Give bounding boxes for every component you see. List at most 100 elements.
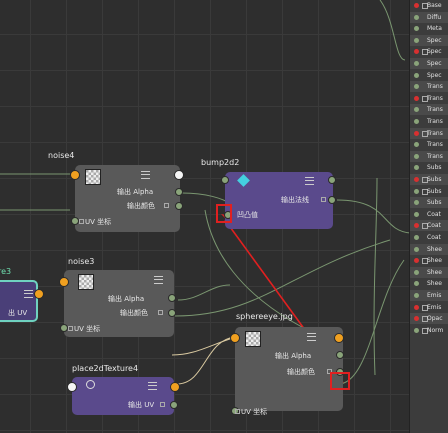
attribute-row[interactable]: Coat (410, 232, 448, 243)
node-noise4[interactable]: 输出 Alpha 输出颜色 UV 坐标 (70, 165, 184, 232)
expand-icon[interactable] (164, 203, 169, 208)
attribute-port[interactable] (414, 26, 419, 32)
attribute-port[interactable] (414, 327, 419, 333)
menu-icon[interactable] (154, 276, 163, 284)
expand-icon[interactable] (158, 310, 163, 315)
attribute-port[interactable] (414, 14, 419, 20)
attribute-port[interactable] (414, 3, 419, 8)
wire-vertical-right (373, 177, 378, 376)
attribute-row[interactable]: Trans (410, 93, 448, 104)
attribute-row[interactable]: Subs (410, 197, 448, 209)
attribute-port[interactable] (414, 211, 419, 217)
port-noise4-alpha[interactable] (175, 188, 183, 196)
port-noise4-color[interactable] (175, 202, 183, 210)
attribute-port[interactable] (414, 304, 419, 310)
expand-icon[interactable] (68, 326, 73, 331)
port-noise3-alpha[interactable] (168, 294, 176, 302)
attribute-port[interactable] (414, 200, 419, 206)
attribute-row[interactable]: Opac (410, 313, 448, 325)
expand-icon[interactable] (79, 219, 84, 224)
attribute-row[interactable]: Spec (410, 58, 448, 69)
attribute-port[interactable] (414, 153, 419, 159)
menu-icon[interactable] (141, 171, 150, 179)
port-sphereeye-in[interactable] (230, 333, 240, 343)
menu-icon[interactable] (24, 290, 33, 298)
port-re3-out[interactable] (34, 289, 44, 299)
attribute-row[interactable]: Shee (410, 278, 448, 289)
attribute-row[interactable]: Shee (410, 266, 448, 278)
attribute-port[interactable] (414, 281, 419, 287)
attribute-port[interactable] (414, 258, 419, 264)
attribute-port[interactable] (414, 84, 419, 90)
attribute-row[interactable]: Shee (410, 255, 448, 266)
attribute-row[interactable]: Base (410, 0, 448, 11)
port-sphereeye-out[interactable] (334, 333, 344, 343)
port-noise3-in[interactable] (59, 277, 69, 287)
attribute-row[interactable]: Norm (410, 325, 448, 336)
attribute-row[interactable]: Subs (410, 174, 448, 185)
attribute-row[interactable]: Coat (410, 220, 448, 232)
attribute-row[interactable]: Meta (410, 23, 448, 34)
menu-icon[interactable] (305, 177, 314, 185)
attribute-port[interactable] (414, 61, 419, 66)
attribute-port[interactable] (414, 107, 419, 113)
attribute-port[interactable] (414, 72, 419, 78)
attribute-row[interactable]: Spec (410, 46, 448, 57)
menu-icon[interactable] (148, 382, 157, 390)
attribute-port[interactable] (414, 165, 419, 171)
attribute-port[interactable] (414, 130, 419, 136)
expand-icon[interactable] (235, 409, 240, 414)
attribute-port[interactable] (414, 119, 419, 124)
attribute-row[interactable]: Shee (410, 243, 448, 255)
attribute-row[interactable]: Trans (410, 150, 448, 162)
attribute-port[interactable] (414, 293, 419, 298)
attribute-port[interactable] (414, 49, 419, 55)
attribute-row[interactable]: Spec (410, 70, 448, 81)
node-editor-canvas[interactable]: re3 出 UV noise4 输出 Alpha 输出颜色 UV 坐标 nois… (0, 0, 448, 433)
port-sphereeye-alpha[interactable] (336, 351, 344, 359)
menu-icon[interactable] (307, 333, 316, 341)
port-bump-out[interactable] (328, 176, 336, 184)
port-noise3-uv[interactable] (60, 324, 68, 332)
attribute-row[interactable]: Trans (410, 116, 448, 127)
port-place2d-in[interactable] (67, 382, 77, 392)
shader-attribute-panel: Base Diffu Meta Spec Spec Spec Spec Trans Trans T… (409, 0, 448, 433)
attribute-port[interactable] (414, 269, 419, 275)
attribute-port[interactable] (414, 316, 419, 322)
attribute-port[interactable] (414, 246, 419, 252)
port-noise4-out[interactable] (174, 170, 184, 180)
attribute-port[interactable] (414, 95, 419, 101)
attribute-row[interactable]: Diffu (410, 11, 448, 23)
port-bump-normal[interactable] (328, 196, 336, 204)
label-sphereeye-uv: UV 坐标 (241, 408, 268, 416)
attribute-port[interactable] (414, 37, 419, 43)
attribute-row[interactable]: Emis (410, 302, 448, 313)
port-noise4-uv[interactable] (71, 217, 79, 225)
attribute-port[interactable] (414, 142, 419, 148)
port-bump-in[interactable] (221, 176, 229, 184)
attribute-row[interactable]: Subs (410, 162, 448, 173)
expand-icon[interactable] (160, 402, 165, 407)
port-noise4-in[interactable] (70, 170, 80, 180)
node-bump2d2[interactable]: 输出法线 凹凸值 (221, 172, 336, 229)
attribute-row[interactable]: Trans (410, 81, 448, 93)
attribute-row[interactable]: Trans (410, 127, 448, 139)
attribute-port[interactable] (414, 177, 419, 182)
attribute-port[interactable] (414, 235, 419, 240)
port-place2d-uv[interactable] (170, 401, 178, 409)
node-place2d[interactable]: 输出 UV (67, 377, 180, 415)
attribute-port[interactable] (414, 223, 419, 229)
attribute-row[interactable]: Spec (410, 34, 448, 46)
attribute-row[interactable]: Emis (410, 290, 448, 301)
attribute-row[interactable]: Trans (410, 139, 448, 150)
port-noise3-color[interactable] (168, 309, 176, 317)
attribute-row[interactable]: Trans (410, 104, 448, 116)
port-place2d-out[interactable] (170, 382, 180, 392)
attribute-row[interactable]: Subs (410, 186, 448, 197)
node-noise3[interactable]: 输出 Alpha 输出颜色 UV 坐标 (59, 270, 176, 337)
attribute-row[interactable]: Coat (410, 209, 448, 220)
expand-icon[interactable] (321, 197, 326, 202)
node-sphereeye[interactable]: 输出 Alpha 输出颜色 UV 坐标 (230, 327, 344, 416)
node-re3[interactable]: 出 UV (0, 280, 44, 322)
attribute-port[interactable] (414, 188, 419, 194)
